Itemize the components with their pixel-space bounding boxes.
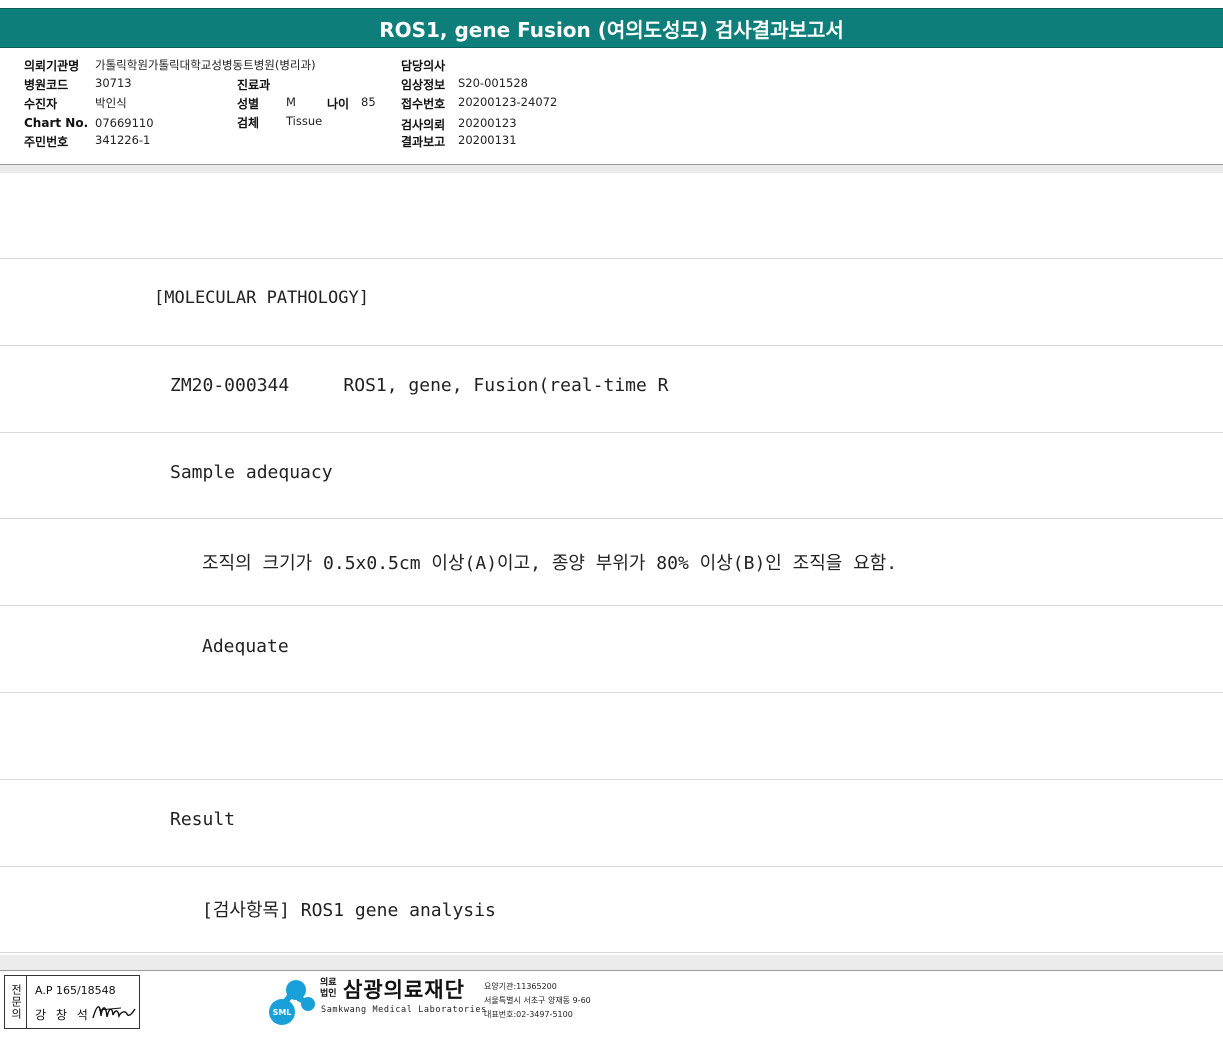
institution-label: 의뢰기관명	[24, 59, 80, 73]
sml-logo-icon: SML	[269, 980, 315, 1025]
resident-no-label: 주민번호	[24, 135, 69, 149]
clinical-info-value: S20-001528	[458, 76, 528, 90]
physician-label: 담당의사	[401, 59, 446, 73]
row-divider	[0, 692, 1223, 693]
row-divider	[0, 345, 1223, 346]
adequacy-value: Adequate	[202, 636, 289, 657]
specialist-license: A.P 165/18548	[35, 984, 116, 997]
specialist-signature-box: 전문의 A.P 165/18548 강 창 석	[4, 975, 140, 1029]
header-divider	[0, 164, 1223, 173]
lab-name-korean: 삼광의료재단	[343, 978, 465, 1002]
section-heading: [MOLECULAR PATHOLOGY]	[154, 288, 369, 308]
sex-value: M	[286, 95, 296, 109]
age-value: 85	[361, 95, 376, 109]
test-order-line: ZM20-000344 ROS1, gene, Fusion(real-time…	[170, 375, 669, 396]
patient-info-header: 의뢰기관명 가톨릭학원가톨릭대학교성병동트병원(병리과) 병원코드 30713 …	[0, 49, 1223, 165]
patient-name-label: 수진자	[24, 97, 58, 111]
result-heading: Result	[170, 809, 236, 830]
lab-phone: 대표번호:02-3497-5100	[484, 1010, 573, 1019]
lab-prefix: 의료법인	[320, 978, 337, 999]
sample-adequacy-heading: Sample adequacy	[170, 462, 333, 483]
hospital-code-value: 30713	[95, 76, 132, 90]
specialist-tag: 전문의	[5, 976, 27, 1028]
test-item-line: [검사항목] ROS1 gene analysis	[202, 900, 496, 921]
signature-icon	[92, 1006, 136, 1019]
row-divider	[0, 866, 1223, 867]
institution-value: 가톨릭학원가톨릭대학교성병동트병원(병리과)	[95, 58, 316, 72]
resident-no-value: 341226-1	[95, 133, 151, 147]
row-divider	[0, 605, 1223, 606]
chart-no-value: 07669110	[95, 116, 154, 130]
lab-name-english: Samkwang Medical Laboratories	[321, 1005, 487, 1015]
chart-no-label: Chart No.	[24, 116, 89, 130]
row-divider	[0, 518, 1223, 519]
age-label: 나이	[327, 97, 350, 111]
sex-label: 성별	[237, 97, 260, 111]
request-date-label: 검사의뢰	[401, 118, 446, 132]
lab-address: 서울특별시 서초구 양재동 9-60	[484, 996, 591, 1005]
row-divider	[0, 779, 1223, 780]
row-divider	[0, 258, 1223, 259]
sample-criteria-text: 조직의 크기가 0.5x0.5cm 이상(A)이고, 종양 부위가 80% 이상…	[202, 553, 898, 574]
report-date-value: 20200131	[458, 133, 517, 147]
receipt-no-label: 접수번호	[401, 97, 446, 111]
department-label: 진료과	[237, 78, 271, 92]
report-date-label: 결과보고	[401, 135, 446, 149]
patient-name-value: 박인식	[95, 96, 127, 110]
specimen-value: Tissue	[286, 114, 323, 128]
hospital-code-label: 병원코드	[24, 78, 69, 92]
specialist-name: 강 창 석	[35, 1008, 91, 1022]
footer-divider	[0, 955, 1223, 971]
receipt-no-value: 20200123-24072	[458, 95, 558, 109]
lab-logo-text: SML	[273, 1008, 292, 1017]
row-divider	[0, 432, 1223, 433]
report-body: [MOLECULAR PATHOLOGY] ZM20-000344 ROS1, …	[0, 173, 1223, 955]
lab-institution-code: 요양기관:11365200	[484, 982, 557, 991]
row-divider	[0, 952, 1223, 953]
request-date-value: 20200123	[458, 116, 517, 130]
specimen-label: 검체	[237, 116, 260, 130]
report-title: ROS1, gene Fusion (여의도성모) 검사결과보고서	[0, 8, 1223, 48]
clinical-info-label: 임상정보	[401, 78, 446, 92]
